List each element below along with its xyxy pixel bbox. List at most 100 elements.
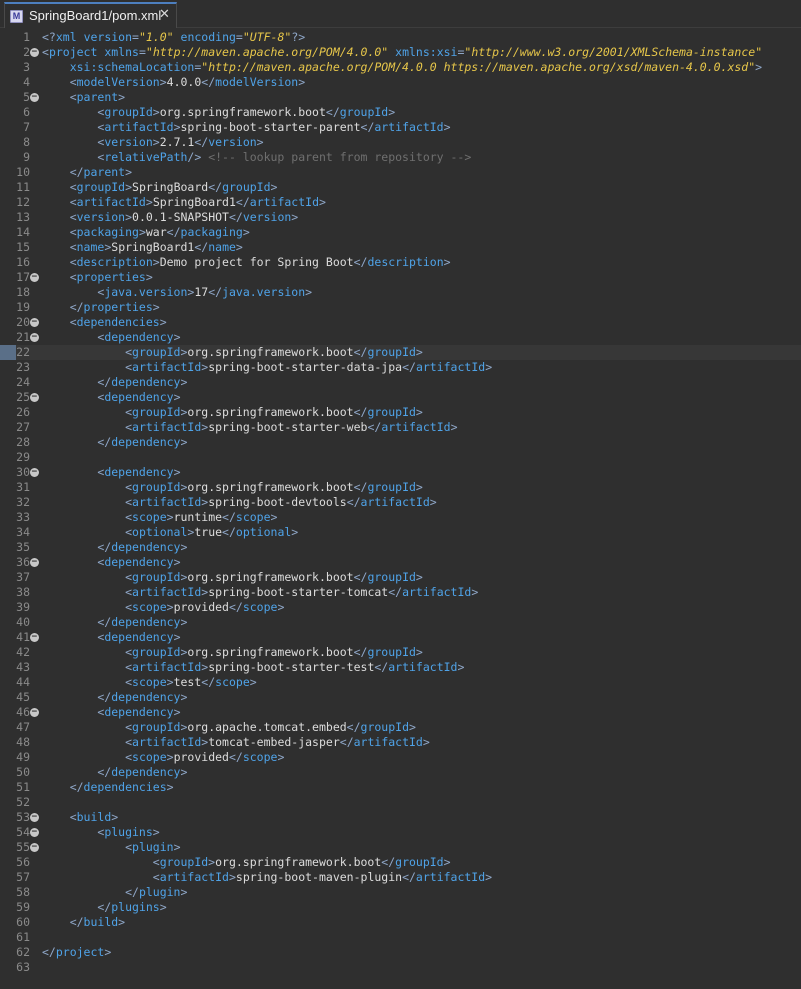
code-line[interactable]: 26 <groupId>org.springframework.boot</gr… xyxy=(0,405,801,420)
token-txt: war xyxy=(145,225,167,239)
code-line[interactable]: 50 </dependency> xyxy=(0,765,801,780)
fold-toggle-icon[interactable]: − xyxy=(30,93,39,102)
code-line[interactable]: 36− <dependency> xyxy=(0,555,801,570)
token-tag: packaging xyxy=(76,225,139,239)
code-line[interactable]: 44 <scope>test</scope> xyxy=(0,675,801,690)
code-line[interactable]: 18 <java.version>17</java.version> xyxy=(0,285,801,300)
code-line[interactable]: 59 </plugins> xyxy=(0,900,801,915)
token-txt: 4.0.0 xyxy=(166,75,202,89)
code-text: </plugin> xyxy=(42,885,187,900)
code-line[interactable]: 37 <groupId>org.springframework.boot</gr… xyxy=(0,570,801,585)
code-line[interactable]: 32 <artifactId>spring-boot-devtools</art… xyxy=(0,495,801,510)
token-tag: groupId xyxy=(367,480,416,494)
code-line[interactable]: 9 <relativePath/> <!-- lookup parent fro… xyxy=(0,150,801,165)
code-line[interactable]: 43 <artifactId>spring-boot-starter-test<… xyxy=(0,660,801,675)
fold-toggle-icon[interactable]: − xyxy=(30,393,39,402)
token-pun: > xyxy=(755,60,763,74)
code-line[interactable]: 8 <version>2.7.1</version> xyxy=(0,135,801,150)
code-line[interactable]: 48 <artifactId>tomcat-embed-jasper</arti… xyxy=(0,735,801,750)
code-line[interactable]: 2− <project xmlns="http://maven.apache.or… xyxy=(0,45,801,60)
fold-toggle-icon[interactable]: − xyxy=(30,48,39,57)
code-line[interactable]: 62 </project> xyxy=(0,945,801,960)
code-line[interactable]: 16 <description>Demo project for Spring … xyxy=(0,255,801,270)
code-line[interactable]: 35 </dependency> xyxy=(0,540,801,555)
code-line[interactable]: 42 <groupId>org.springframework.boot</gr… xyxy=(0,645,801,660)
code-line[interactable]: 17− <properties> xyxy=(0,270,801,285)
token-pun: </ xyxy=(42,300,84,314)
fold-toggle-icon[interactable]: − xyxy=(30,318,39,327)
code-line[interactable]: 41− <dependency> xyxy=(0,630,801,645)
code-line[interactable]: 56 <groupId>org.springframework.boot</gr… xyxy=(0,855,801,870)
code-line[interactable]: 25− <dependency> xyxy=(0,390,801,405)
code-line[interactable]: 12 <artifactId>SpringBoard1</artifactId> xyxy=(0,195,801,210)
code-line[interactable]: 40 </dependency> xyxy=(0,615,801,630)
code-line[interactable]: 33 <scope>runtime</scope> xyxy=(0,510,801,525)
fold-toggle-icon[interactable]: − xyxy=(30,273,39,282)
line-number: 52 xyxy=(16,795,30,809)
token-pun: </ xyxy=(42,900,112,914)
code-line[interactable]: 7 <artifactId>spring-boot-starter-parent… xyxy=(0,120,801,135)
code-line[interactable]: 20− <dependencies> xyxy=(0,315,801,330)
code-line[interactable]: 45 </dependency> xyxy=(0,690,801,705)
code-line[interactable]: 22 <groupId>org.springframework.boot</gr… xyxy=(0,345,801,360)
fold-toggle-icon[interactable]: − xyxy=(30,633,39,642)
code-line[interactable]: 13 <version>0.0.1-SNAPSHOT</version> xyxy=(0,210,801,225)
code-line[interactable]: 47 <groupId>org.apache.tomcat.embed</gro… xyxy=(0,720,801,735)
code-line[interactable]: 61 xyxy=(0,930,801,945)
code-line[interactable]: 6 <groupId>org.springframework.boot</gro… xyxy=(0,105,801,120)
line-number: 51 xyxy=(16,780,30,794)
code-line[interactable]: 31 <groupId>org.springframework.boot</gr… xyxy=(0,480,801,495)
code-line[interactable]: 38 <artifactId>spring-boot-starter-tomca… xyxy=(0,585,801,600)
code-line[interactable]: 23 <artifactId>spring-boot-starter-data-… xyxy=(0,360,801,375)
code-line[interactable]: 3 xsi:schemaLocation="http://maven.apach… xyxy=(0,60,801,75)
fold-toggle-icon[interactable]: − xyxy=(30,558,39,567)
code-line[interactable]: 55− <plugin> xyxy=(0,840,801,855)
code-line[interactable]: 30− <dependency> xyxy=(0,465,801,480)
fold-toggle-icon[interactable]: − xyxy=(30,333,39,342)
line-number: 28 xyxy=(16,435,30,449)
code-line[interactable]: 4 <modelVersion>4.0.0</modelVersion> xyxy=(0,75,801,90)
code-line[interactable]: 10 </parent> xyxy=(0,165,801,180)
fold-toggle-icon[interactable]: − xyxy=(30,468,39,477)
code-line[interactable]: 60 </build> xyxy=(0,915,801,930)
code-line[interactable]: 49 <scope>provided</scope> xyxy=(0,750,801,765)
token-tag: groupId xyxy=(367,570,416,584)
code-line[interactable]: 39 <scope>provided</scope> xyxy=(0,600,801,615)
code-line[interactable]: 19 </properties> xyxy=(0,300,801,315)
code-text: <dependency> xyxy=(42,330,180,345)
code-line[interactable]: 21− <dependency> xyxy=(0,330,801,345)
token-tag: artifactId xyxy=(132,585,202,599)
code-line[interactable]: 63 xyxy=(0,960,801,975)
code-line[interactable]: 28 </dependency> xyxy=(0,435,801,450)
token-pun: < xyxy=(42,480,133,494)
xml-source-editor[interactable]: 1 <?xml version="1.0" encoding="UTF-8"?> 2… xyxy=(0,29,801,989)
close-icon[interactable]: ✕ xyxy=(159,7,170,23)
code-line[interactable]: 11 <groupId>SpringBoard</groupId> xyxy=(0,180,801,195)
fold-toggle-icon[interactable]: − xyxy=(30,708,39,717)
code-line[interactable]: 57 <artifactId>spring-boot-maven-plugin<… xyxy=(0,870,801,885)
code-line[interactable]: 58 </plugin> xyxy=(0,885,801,900)
code-line[interactable]: 53− <build> xyxy=(0,810,801,825)
token-tag: scope xyxy=(235,510,271,524)
fold-toggle-icon[interactable]: − xyxy=(30,828,39,837)
fold-toggle-icon[interactable]: − xyxy=(30,843,39,852)
code-text: <artifactId>spring-boot-starter-web</art… xyxy=(42,420,457,435)
line-number: 56 xyxy=(16,855,30,869)
code-line[interactable]: 5− <parent> xyxy=(0,90,801,105)
code-line[interactable]: 54− <plugins> xyxy=(0,825,801,840)
code-line[interactable]: 52 xyxy=(0,795,801,810)
code-line[interactable]: 27 <artifactId>spring-boot-starter-web</… xyxy=(0,420,801,435)
code-line[interactable]: 34 <optional>true</optional> xyxy=(0,525,801,540)
code-line[interactable]: 51 </dependencies> xyxy=(0,780,801,795)
code-line[interactable]: 46− <dependency> xyxy=(0,705,801,720)
tab-pom-xml[interactable]: M SpringBoard1/pom.xml ✕ xyxy=(4,2,177,28)
code-line[interactable]: 14 <packaging>war</packaging> xyxy=(0,225,801,240)
code-text: <groupId>org.springframework.boot</group… xyxy=(42,105,395,120)
code-line[interactable]: 1 <?xml version="1.0" encoding="UTF-8"?> xyxy=(0,30,801,45)
code-line[interactable]: 15 <name>SpringBoard1</name> xyxy=(0,240,801,255)
token-pun: < xyxy=(42,465,105,479)
code-line[interactable]: 24 </dependency> xyxy=(0,375,801,390)
fold-toggle-icon[interactable]: − xyxy=(30,813,39,822)
code-line[interactable]: 29 xyxy=(0,450,801,465)
token-pun: </ xyxy=(360,120,375,134)
